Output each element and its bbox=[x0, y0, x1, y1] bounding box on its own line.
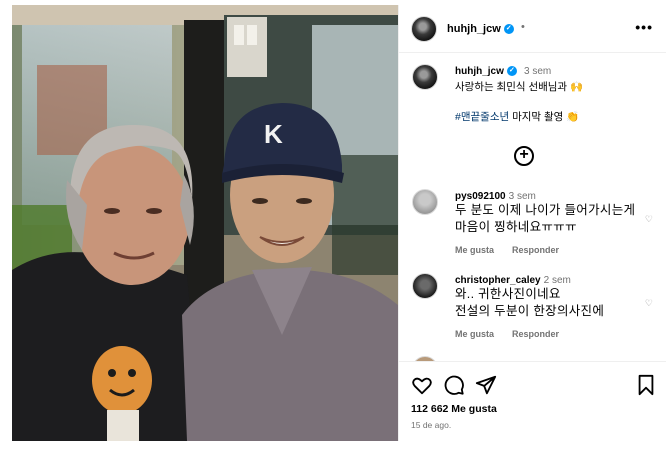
comment-username[interactable]: pys092100 bbox=[455, 191, 506, 202]
caption-username[interactable]: huhjh_jcw ✓ bbox=[455, 66, 517, 77]
verified-badge-icon: ✓ bbox=[503, 24, 514, 35]
caption-line-1: 사랑하는 최민식 선배님과 🙌 bbox=[455, 81, 584, 93]
comment-like-heart-icon[interactable]: ♡ bbox=[645, 298, 653, 309]
comment-text: 와.. 귀한사진이네요 전설의 두분이 한장의사진에 bbox=[455, 286, 604, 320]
post-photo[interactable]: K bbox=[12, 5, 398, 441]
caption-avatar[interactable] bbox=[412, 64, 438, 90]
comment-avatar[interactable] bbox=[412, 189, 438, 215]
caption-username-text[interactable]: huhjh_jcw bbox=[455, 66, 504, 77]
comment-text-line: 전설의 두분이 한장의사진에 bbox=[455, 304, 605, 318]
post-actions-bar: 112 662 Me gusta 15 de ago. bbox=[399, 361, 666, 441]
comment-avatar[interactable] bbox=[412, 273, 438, 299]
cap-logo: K bbox=[264, 119, 283, 149]
comment-bubble-icon[interactable] bbox=[443, 374, 465, 396]
photo-illustration: K bbox=[12, 5, 398, 441]
author-avatar[interactable] bbox=[411, 16, 437, 42]
heart-icon[interactable] bbox=[411, 374, 433, 396]
author-username[interactable]: huhjh_jcw ✓ bbox=[447, 23, 514, 35]
caption-hashtag[interactable]: #맨끝줄소년 bbox=[455, 111, 509, 123]
caption-time[interactable]: 3 sem bbox=[524, 66, 551, 77]
comment-header: pys092100 3 sem bbox=[455, 191, 536, 202]
comment-reply-button[interactable]: Responder bbox=[512, 245, 559, 255]
post-date[interactable]: 15 de ago. bbox=[411, 420, 451, 430]
caption-line-2-text: 마지막 촬영 👏 bbox=[512, 111, 580, 123]
comment-text-line: 마음이 찡하네요ㅠㅠㅠ bbox=[455, 220, 577, 234]
comment-meta: Me gusta Responder bbox=[455, 329, 559, 339]
comment-header: christopher_caley 2 sem bbox=[455, 275, 571, 286]
author-username-text[interactable]: huhjh_jcw bbox=[447, 23, 501, 35]
likes-count[interactable]: 112 662 Me gusta bbox=[411, 403, 497, 415]
caption-line-2: #맨끝줄소년 마지막 촬영 👏 bbox=[455, 109, 579, 124]
post-header: huhjh_jcw ✓ • ••• bbox=[399, 5, 666, 53]
comment-username[interactable]: christopher_caley bbox=[455, 275, 541, 286]
comment-like-count[interactable]: Me gusta bbox=[455, 245, 494, 255]
comment-time[interactable]: 3 sem bbox=[509, 191, 536, 202]
comment-like-heart-icon[interactable]: ♡ bbox=[645, 214, 653, 225]
verified-badge-icon: ✓ bbox=[506, 66, 517, 77]
comments-scroll-area[interactable]: huhjh_jcw ✓ 3 sem 사랑하는 최민식 선배님과 🙌 #맨끝줄소년 … bbox=[399, 54, 666, 361]
comment-like-count[interactable]: Me gusta bbox=[455, 329, 494, 339]
paper-plane-icon[interactable] bbox=[475, 374, 497, 396]
bookmark-icon[interactable] bbox=[635, 374, 657, 396]
comment-text: 두 분도 이제 나이가 들어가시는게 마음이 찡하네요ㅠㅠㅠ bbox=[455, 202, 635, 236]
comment-text-line: 두 분도 이제 나이가 들어가시는게 bbox=[455, 203, 636, 217]
header-separator: • bbox=[521, 21, 525, 33]
comment-reply-button[interactable]: Responder bbox=[512, 329, 559, 339]
add-circle-icon[interactable]: + bbox=[514, 146, 534, 166]
comment-time[interactable]: 2 sem bbox=[544, 275, 571, 286]
more-options-icon[interactable]: ••• bbox=[635, 19, 653, 35]
instagram-post-modal: K huhjh_jcw ✓ • ••• huhjh_jcw ✓ 3 sem 사랑하는… bbox=[12, 5, 666, 441]
comment-text-line: 와.. 귀한사진이네요 bbox=[455, 287, 561, 301]
comment-meta: Me gusta Responder bbox=[455, 245, 559, 255]
post-details-panel: huhjh_jcw ✓ • ••• huhjh_jcw ✓ 3 sem 사랑하는 최… bbox=[398, 5, 666, 441]
